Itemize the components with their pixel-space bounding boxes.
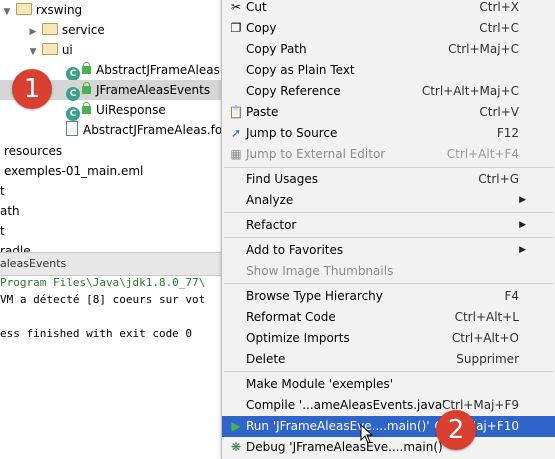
menu-item-analyze[interactable]: Analyze ▶ <box>222 190 555 211</box>
tree-item-partial[interactable]: t <box>0 181 5 201</box>
run-tab-header[interactable]: aleasEvents <box>0 252 230 276</box>
menu-item-show-image-thumbnails[interactable]: Show Image Thumbnails <box>222 261 555 282</box>
menu-item-run[interactable]: ▶ Run 'JFrameAleasEve....main()' Ctrl+Ma… <box>222 416 555 437</box>
debug-icon: ❋ <box>230 440 242 454</box>
console-line: ess finished with exit code 0 <box>0 327 193 340</box>
menu-item-copy-path[interactable]: Copy Path Ctrl+Maj+C <box>222 39 555 60</box>
menu-item-optimize-imports[interactable]: Optimize Imports Ctrl+Alt+O <box>222 328 555 349</box>
menu-item-copy-reference[interactable]: Copy Reference Ctrl+Alt+Maj+C <box>222 81 555 102</box>
folder-icon <box>15 3 32 15</box>
tree-item-service[interactable]: ▶ service <box>28 20 105 40</box>
menu-item-find-usages[interactable]: Find Usages Ctrl+G <box>222 169 555 190</box>
tree-item-abstractjframealeas[interactable]: C AbstractJFrameAleas <box>66 60 220 81</box>
chevron-right-icon[interactable]: ▶ <box>28 22 38 42</box>
menu-item-refactor[interactable]: Refactor ▶ <box>222 215 555 236</box>
tree-item-partial[interactable]: ath <box>0 201 20 221</box>
menu-item-jump-external-editor[interactable]: ▦ Jump to External Editor Ctrl+Alt+F4 <box>222 144 555 165</box>
class-icon: C <box>66 107 80 121</box>
chevron-down-icon[interactable]: ▼ <box>2 2 12 22</box>
menu-item-add-to-favorites[interactable]: Add to Favorites ▶ <box>222 240 555 261</box>
submenu-arrow-icon: ▶ <box>519 220 526 230</box>
menu-item-make-module[interactable]: Make Module 'exemples' <box>222 374 555 395</box>
console-line: VM a détecté [8] coeurs sur vot <box>0 293 206 306</box>
external-editor-icon: ▦ <box>230 147 242 161</box>
menu-item-paste[interactable]: 📋 Paste Ctrl+V <box>222 102 555 123</box>
console-line: Program Files\Java\jdk1.8.0_77\ <box>0 276 206 289</box>
lock-icon <box>82 102 91 114</box>
menu-item-reformat-code[interactable]: Reformat Code Ctrl+Alt+L <box>222 307 555 328</box>
menu-item-compile[interactable]: Compile '...ameAleasEvents.java' Ctrl+Ma… <box>222 395 555 416</box>
step-badge-1: 1 <box>12 69 52 109</box>
scissors-icon: ✂ <box>230 0 242 14</box>
submenu-arrow-icon: ▶ <box>519 245 526 255</box>
context-menu: ✂ Cut Ctrl+X ❐ Copy Ctrl+C Copy Path Ctr… <box>221 0 555 459</box>
class-icon: C <box>66 67 80 81</box>
jump-icon: ➚ <box>230 126 242 140</box>
menu-item-jump-to-source[interactable]: ➚ Jump to Source F12 <box>222 123 555 144</box>
tree-item-ui[interactable]: ▼ ui <box>28 40 73 60</box>
menu-item-browse-type-hierarchy[interactable]: Browse Type Hierarchy F4 <box>222 286 555 307</box>
project-tree: ▼ rxswing ▶ service ▼ ui C AbstractJFrame… <box>0 0 230 252</box>
menu-item-debug[interactable]: ❋ Debug 'JFrameAleasEve....main()' <box>222 437 555 458</box>
tree-item-uiresponse[interactable]: C UiResponse <box>66 100 166 121</box>
mouse-cursor-icon <box>360 424 374 444</box>
lock-icon <box>82 62 91 74</box>
tree-item-partial[interactable]: radle <box>0 241 31 252</box>
class-icon: C <box>66 87 80 101</box>
run-console[interactable]: Program Files\Java\jdk1.8.0_77\ VM a dét… <box>0 276 230 457</box>
chevron-down-icon[interactable]: ▼ <box>28 42 38 62</box>
tree-item-partial[interactable]: t <box>0 221 5 241</box>
tree-item-rxswing[interactable]: ▼ rxswing <box>2 0 82 20</box>
menu-item-delete[interactable]: Delete Supprimer <box>222 349 555 370</box>
menu-separator <box>224 167 554 168</box>
menu-item-cut[interactable]: ✂ Cut Ctrl+X <box>222 0 555 18</box>
copy-icon: ❐ <box>230 21 242 35</box>
folder-icon <box>41 43 58 55</box>
run-icon: ▶ <box>231 419 241 433</box>
paste-icon: 📋 <box>228 105 244 119</box>
menu-separator <box>224 237 554 238</box>
tree-item-form[interactable]: AbstractJFrameAleas.form <box>66 120 230 140</box>
menu-item-copy-plain-text[interactable]: Copy as Plain Text <box>222 60 555 81</box>
menu-separator <box>224 212 554 213</box>
folder-icon <box>41 23 58 35</box>
tree-item-eml[interactable]: exemples-01_main.eml <box>4 161 143 181</box>
menu-separator <box>224 371 554 372</box>
lock-icon <box>82 82 91 94</box>
menu-separator <box>224 283 554 284</box>
tree-item-resources[interactable]: resources <box>4 141 62 161</box>
menu-item-copy[interactable]: ❐ Copy Ctrl+C <box>222 18 555 39</box>
form-file-icon <box>66 121 78 136</box>
step-badge-2: 2 <box>436 410 476 450</box>
submenu-arrow-icon: ▶ <box>519 195 526 205</box>
